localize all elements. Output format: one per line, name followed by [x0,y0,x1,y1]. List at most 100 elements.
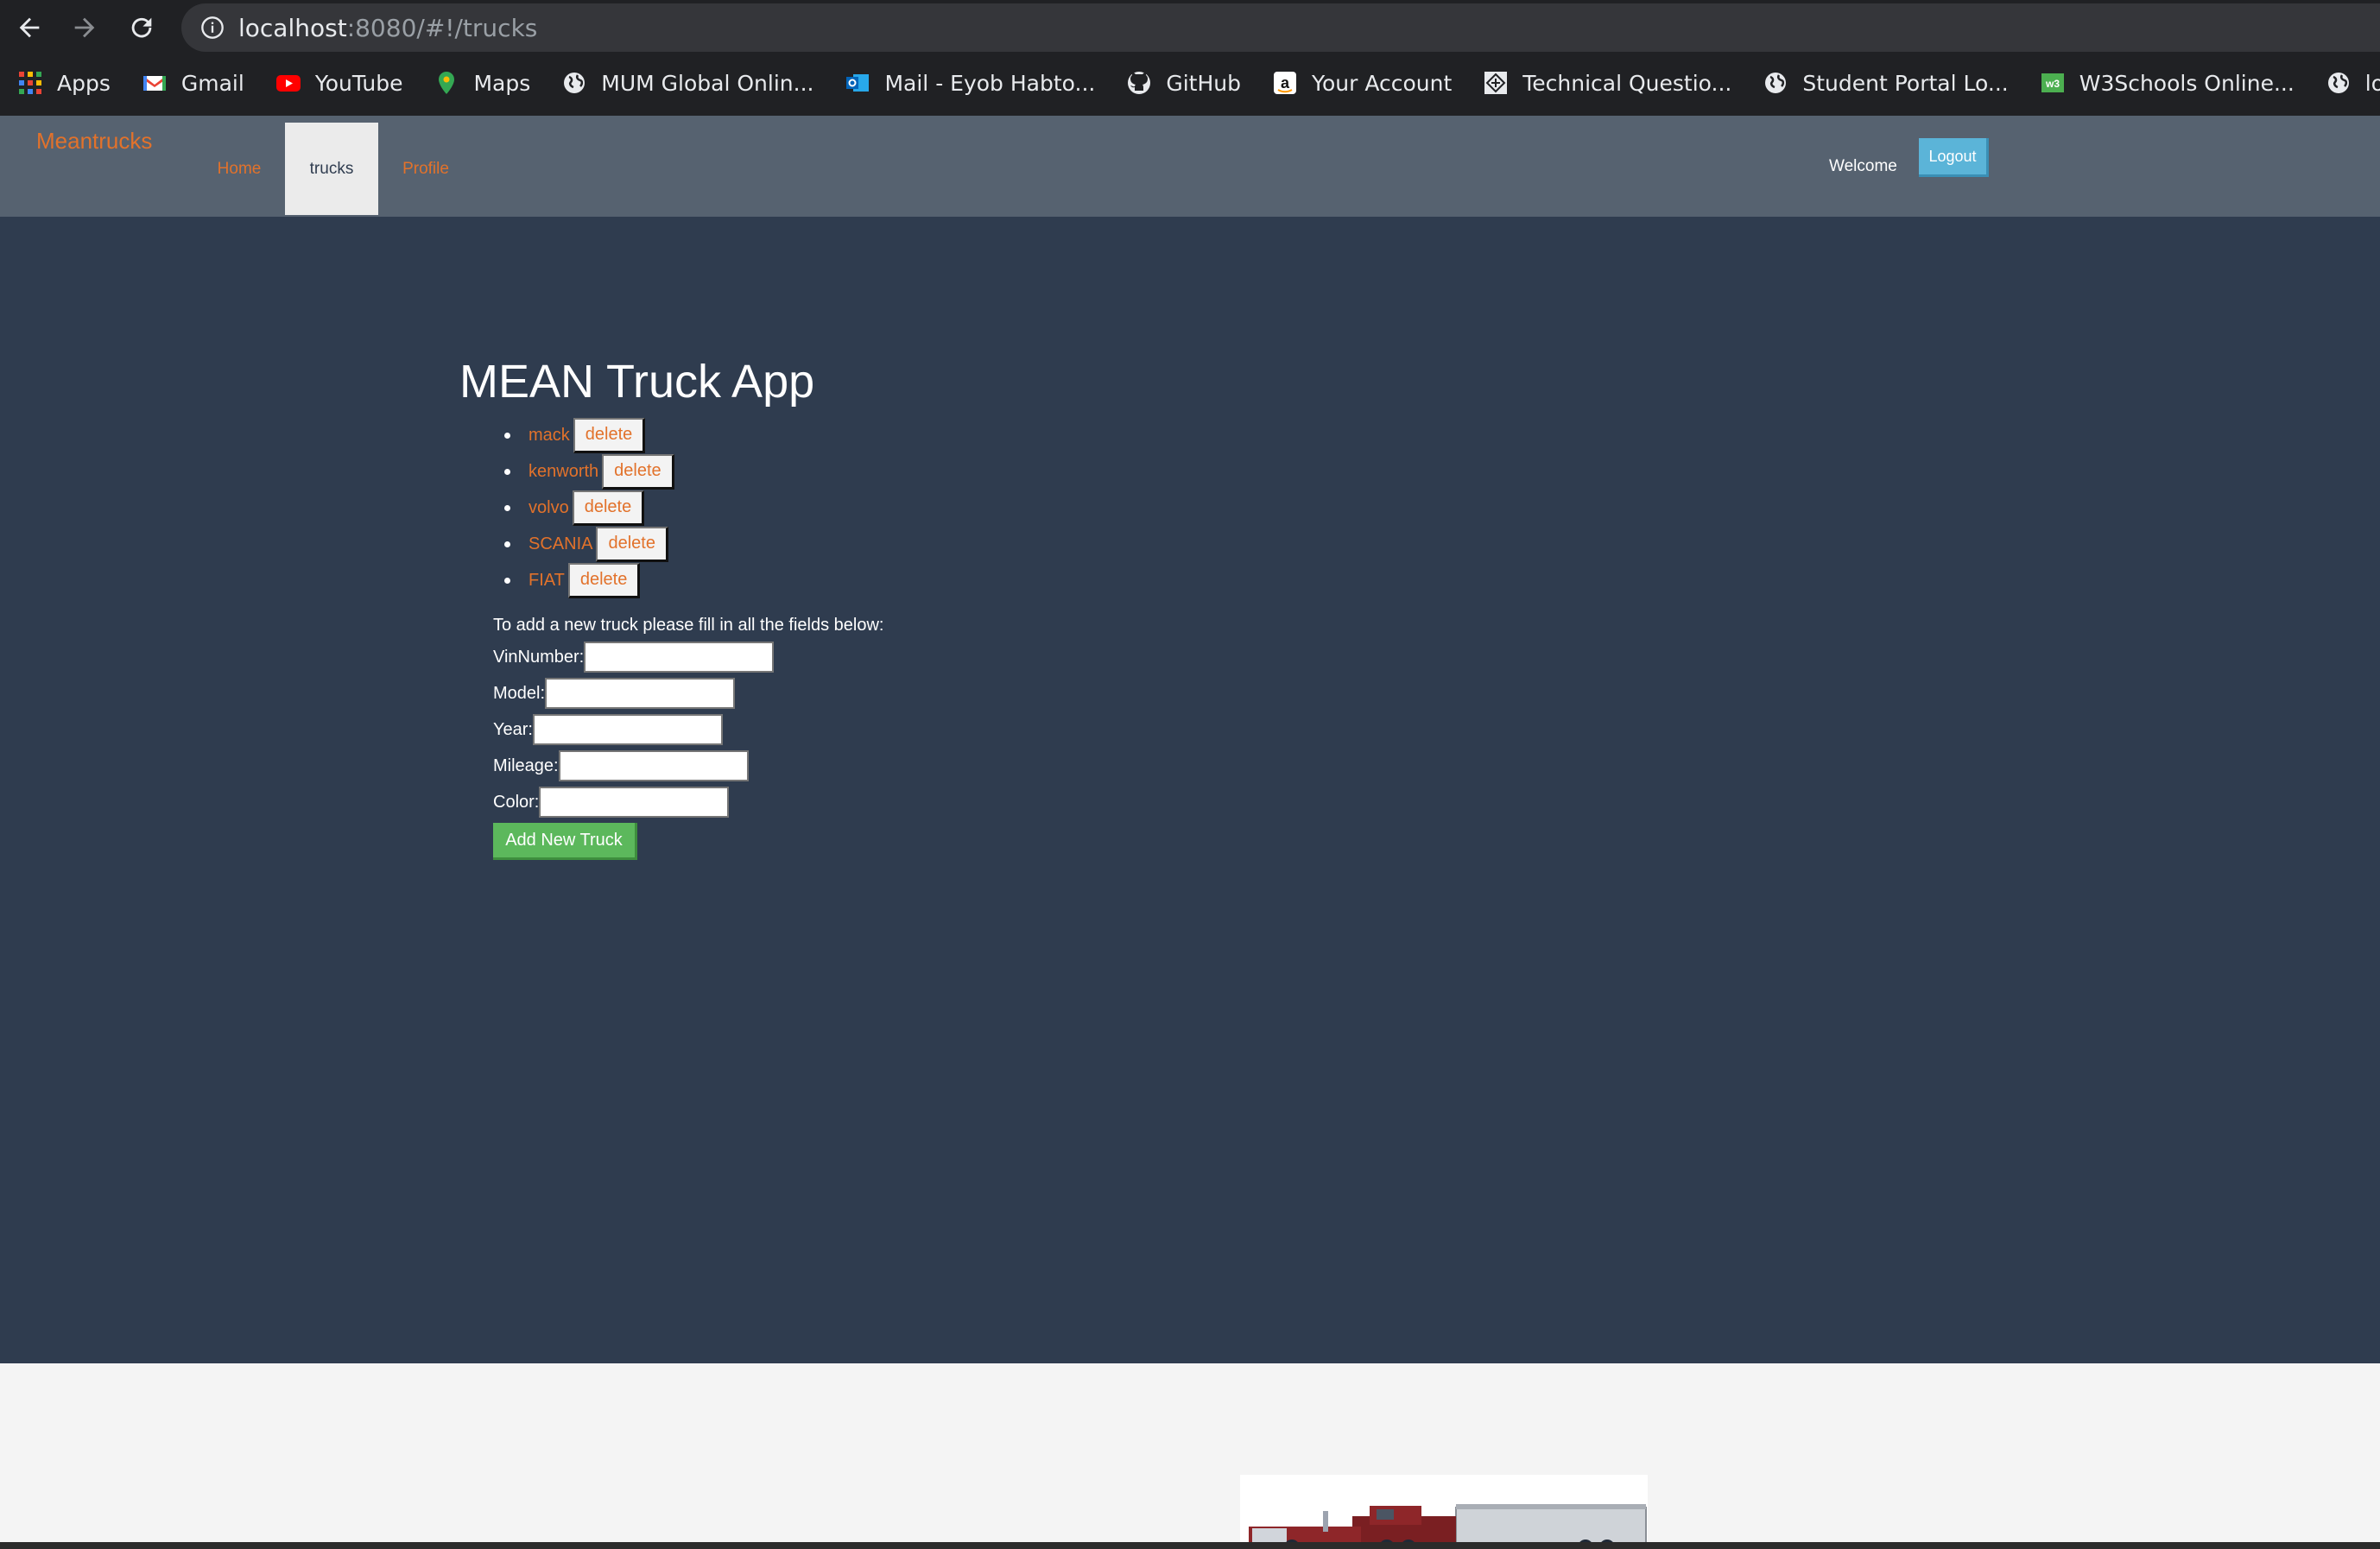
brand-link[interactable]: Meantrucks [36,128,152,155]
youtube-icon [275,70,301,96]
url-host: localhost [238,14,347,42]
list-item: SCANIA delete [504,526,674,562]
window-bottom-edge [0,1542,2380,1549]
bookmark-label: localhost:300 [2364,70,2380,96]
bookmark-label: YouTube [314,70,403,96]
bookmark-gmail[interactable]: Gmail [142,70,244,96]
bookmark-apps[interactable]: Apps [17,70,111,96]
nav-tab-home[interactable]: Home [207,123,271,215]
forward-button[interactable] [64,7,105,48]
bookmark-mail[interactable]: Mail - Eyob Habto... [845,70,1095,96]
bookmark-github[interactable]: GitHub [1126,70,1241,96]
delete-button[interactable]: delete [573,417,646,453]
bookmark-label: W3Schools Online... [2079,70,2295,96]
bullet-dot [504,433,510,439]
truck-list: mack delete kenworth delete volvo delete… [504,417,674,598]
list-item: FIAT delete [504,562,674,598]
list-item: mack delete [504,417,674,453]
url-text[interactable]: localhost:8080/#!/trucks [238,14,537,42]
color-label: Color: [493,792,540,812]
outlook-icon [845,70,870,96]
bookmark-label: GitHub [1166,70,1241,96]
bullet-dot [504,578,510,584]
browser-chrome: localhost:8080/#!/trucks Apps Gmail YouT… [0,0,2380,116]
bookmark-mum[interactable]: MUM Global Onlin... [561,70,813,96]
globe-icon [2326,70,2352,96]
globe-icon [561,70,587,96]
bullet-dot [504,469,510,475]
w3schools-icon: w3 [2040,70,2066,96]
bookmark-label: Mail - Eyob Habto... [884,70,1096,96]
welcome-text: Welcome [1829,157,1897,175]
list-item: kenworth delete [504,453,674,490]
globe-icon [1763,70,1788,96]
delete-button[interactable]: delete [567,562,641,598]
truck-link[interactable]: kenworth [529,462,598,482]
truck-link[interactable]: mack [529,426,570,446]
diamond-icon [1483,70,1509,96]
maps-pin-icon [434,70,459,96]
arrow-right-icon [74,17,95,38]
color-row: Color: [493,785,730,819]
bookmark-w3schools[interactable]: w3 W3Schools Online... [2040,70,2295,96]
svg-text:w3: w3 [2045,78,2060,90]
reload-button[interactable] [121,7,162,48]
bookmark-label: Your Account [1312,70,1453,96]
page-title: MEAN Truck App [459,356,815,408]
app-navbar: Meantrucks Home trucks Profile Welcome L… [0,116,2380,217]
mileage-label: Mileage: [493,756,559,775]
footer [0,1363,2380,1549]
apps-grid-icon [17,70,43,96]
logout-button[interactable]: Logout [1919,138,1989,177]
mileage-input[interactable] [558,750,749,781]
color-input[interactable] [539,787,730,818]
bullet-dot [504,505,510,511]
gmail-icon [142,70,168,96]
back-button[interactable] [9,7,50,48]
nav-tab-profile[interactable]: Profile [390,123,461,215]
model-row: Model: [493,676,736,711]
bookmarks-bar: Apps Gmail YouTube Maps MUM Global Onlin… [0,60,2380,105]
vin-label: VinNumber: [493,647,585,667]
bookmark-localhost[interactable]: localhost:300 [2326,70,2380,96]
nav-tab-trucks[interactable]: trucks [285,123,378,215]
truck-link[interactable]: SCANIA [529,534,592,554]
bookmark-label: Apps [57,70,111,96]
truck-link[interactable]: volvo [529,498,569,518]
vin-number-input[interactable] [584,642,775,673]
url-path: :8080/#!/trucks [346,14,538,42]
year-input[interactable] [532,714,723,745]
delete-button[interactable]: delete [572,490,645,526]
mileage-row: Mileage: [493,749,749,783]
main-content: MEAN Truck App mack delete kenworth dele… [0,217,2380,1363]
year-label: Year: [493,719,533,739]
bookmark-label: Technical Questio... [1522,70,1732,96]
delete-button[interactable]: delete [602,453,674,490]
year-row: Year: [493,712,723,747]
truck-image [1240,1475,1648,1549]
bookmark-amazon[interactable]: a Your Account [1272,70,1452,96]
vin-row: VinNumber: [493,640,775,674]
bookmark-label: Student Portal Lo... [1802,70,2009,96]
bookmark-label: Maps [473,70,531,96]
github-icon [1126,70,1152,96]
form-instructions: To add a new truck please fill in all th… [493,616,884,635]
bookmark-student-portal[interactable]: Student Portal Lo... [1763,70,2009,96]
add-new-truck-button[interactable]: Add New Truck [493,823,637,860]
amazon-icon: a [1272,70,1298,96]
svg-text:a: a [1281,74,1290,92]
bookmark-label: MUM Global Onlin... [601,70,814,96]
bookmark-youtube[interactable]: YouTube [275,70,403,96]
truck-link[interactable]: FIAT [529,571,565,591]
bookmark-label: Gmail [180,70,244,96]
info-icon[interactable] [200,16,225,40]
bookmark-technical[interactable]: Technical Questio... [1483,70,1731,96]
arrow-left-icon [19,17,40,38]
truck-illustration [1240,1475,1648,1549]
bookmark-maps[interactable]: Maps [434,70,530,96]
model-input[interactable] [545,678,736,709]
reload-icon [131,17,152,38]
delete-button[interactable]: delete [596,526,668,562]
address-bar[interactable]: localhost:8080/#!/trucks [181,3,2380,52]
model-label: Model: [493,683,546,703]
